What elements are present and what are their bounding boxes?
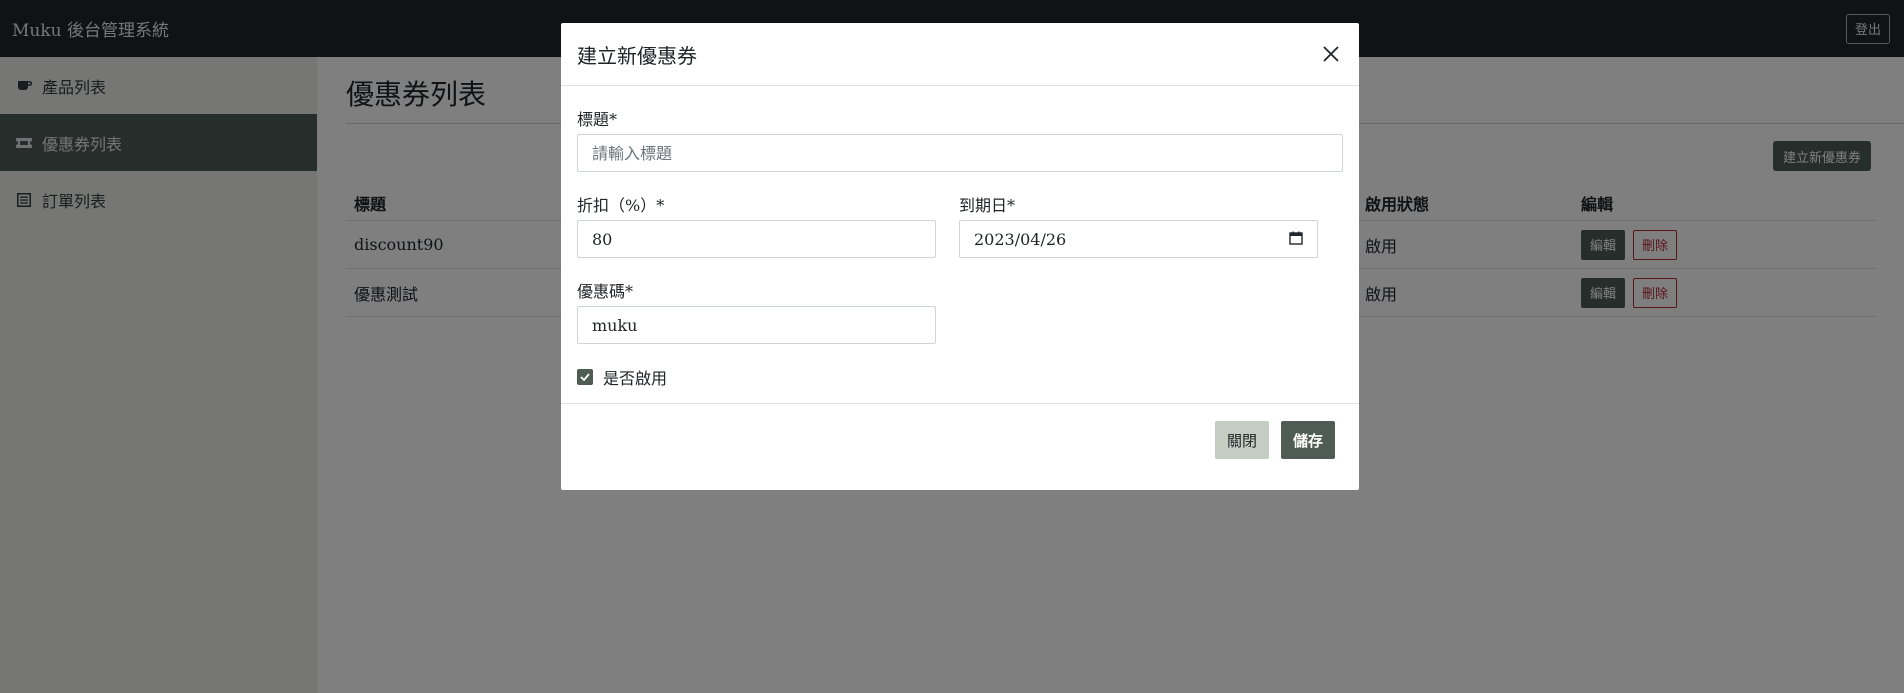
due-date-input[interactable]: 2023/04/26 (959, 220, 1318, 258)
due-date-value: 2023/04/26 (974, 229, 1067, 249)
title-input[interactable] (577, 134, 1343, 172)
enabled-checkbox-row[interactable]: 是否啟用 (577, 365, 667, 389)
discount-input[interactable] (577, 220, 936, 258)
enabled-label: 是否啟用 (603, 369, 668, 388)
save-button[interactable]: 儲存 (1281, 421, 1336, 459)
modal-header: 建立新優惠券 (561, 23, 1359, 86)
create-coupon-modal: 建立新優惠券 標題* 折扣（%）* 到期日* 2023/04/26 優惠碼* 是… (561, 23, 1359, 490)
enabled-checkbox[interactable] (577, 369, 593, 385)
coupon-code-input[interactable] (577, 306, 936, 344)
due-date-label: 到期日* (959, 196, 1016, 215)
calendar-icon[interactable] (1289, 230, 1303, 249)
modal-footer: 關閉 儲存 (561, 403, 1359, 490)
close-button[interactable]: 關閉 (1215, 421, 1270, 459)
title-label: 標題* (577, 110, 618, 129)
discount-label: 折扣（%）* (577, 196, 665, 215)
close-icon[interactable] (1319, 42, 1343, 66)
coupon-code-label: 優惠碼* (577, 282, 634, 301)
modal-title: 建立新優惠券 (577, 43, 697, 68)
modal-body: 標題* 折扣（%）* 到期日* 2023/04/26 優惠碼* 是否啟用 (561, 86, 1359, 403)
